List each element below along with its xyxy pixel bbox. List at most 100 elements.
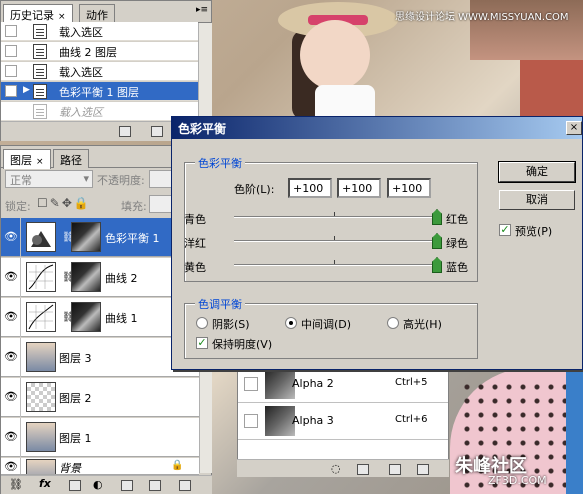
trash-icon[interactable] bbox=[417, 464, 429, 475]
history-state-icon bbox=[33, 104, 47, 119]
cancel-button[interactable]: 取消 bbox=[499, 190, 575, 210]
layer-row[interactable]: 👁 图层 2 bbox=[1, 378, 199, 417]
layer-row[interactable]: 👁 图层 1 bbox=[1, 418, 199, 457]
history-item[interactable]: 载入选区 bbox=[1, 22, 198, 41]
layer-name: 曲线 2 bbox=[105, 272, 138, 285]
channel-thumbnail bbox=[265, 406, 295, 436]
highlights-radio[interactable] bbox=[387, 317, 399, 329]
channel-row[interactable]: Alpha 3 Ctrl+6 bbox=[238, 403, 448, 440]
layer-row[interactable]: 👁 ⛓ 曲线 2 bbox=[1, 258, 199, 297]
photo-face bbox=[300, 20, 370, 90]
layer-row-selected[interactable]: 👁 ⛓ 色彩平衡 1 bbox=[1, 218, 199, 257]
adjustment-thumbnail bbox=[26, 222, 56, 252]
level-field-cyan-red[interactable]: +100 bbox=[288, 178, 332, 198]
eye-icon: 👁 bbox=[4, 460, 18, 473]
history-source-checkbox[interactable] bbox=[5, 85, 17, 97]
layer-mask-thumbnail[interactable] bbox=[71, 262, 101, 292]
visibility-toggle[interactable]: 👁 bbox=[1, 298, 21, 337]
channel-row[interactable]: Alpha 2 Ctrl+5 bbox=[238, 366, 448, 403]
close-icon[interactable]: × bbox=[566, 121, 582, 135]
dialog-title[interactable]: 色彩平衡 bbox=[172, 117, 582, 139]
layer-row[interactable]: 👁 图层 3 bbox=[1, 338, 199, 377]
eye-icon: 👁 bbox=[4, 230, 18, 243]
tab-paths[interactable]: 路径 bbox=[53, 149, 89, 168]
history-item-label: 色彩平衡 1 图层 bbox=[59, 86, 139, 99]
panel-menu-icon[interactable]: ▸≡ bbox=[196, 5, 208, 15]
history-tabbar: 历史记录 × 动作 ▸≡ bbox=[1, 1, 211, 24]
layer-name: 色彩平衡 1 bbox=[105, 232, 160, 245]
tab-history[interactable]: 历史记录 × bbox=[3, 4, 73, 24]
camera-icon[interactable] bbox=[151, 126, 163, 137]
history-source-checkbox[interactable] bbox=[5, 65, 17, 77]
layer-row[interactable]: 👁 ⛓ 曲线 1 bbox=[1, 298, 199, 337]
save-selection-icon[interactable] bbox=[357, 464, 369, 475]
midtones-radio[interactable] bbox=[285, 317, 297, 329]
photo-blue-strip bbox=[566, 368, 583, 494]
slider-track[interactable] bbox=[234, 216, 440, 218]
level-field-magenta-green[interactable]: +100 bbox=[337, 178, 381, 198]
layer-row[interactable]: 👁 背景 🔒 bbox=[1, 458, 199, 475]
preserve-luminosity-checkbox[interactable]: ✓ bbox=[196, 337, 208, 349]
new-group-icon[interactable] bbox=[121, 480, 133, 491]
watermark-url: ZF3D.COM bbox=[488, 474, 547, 487]
tab-layers[interactable]: 图层 × bbox=[3, 149, 51, 169]
visibility-toggle[interactable]: 👁 bbox=[1, 218, 21, 257]
layer-mask-thumbnail[interactable] bbox=[71, 302, 101, 332]
new-layer-icon[interactable] bbox=[149, 480, 161, 491]
lock-options-icon[interactable]: ☐✎✥🔒 bbox=[37, 196, 91, 210]
close-icon[interactable]: × bbox=[36, 157, 44, 167]
layer-thumbnail bbox=[26, 422, 56, 452]
cyan-red-slider[interactable]: 青色 红色 bbox=[184, 208, 474, 230]
visibility-toggle[interactable]: 👁 bbox=[1, 338, 21, 377]
preview-label: 预览(P) bbox=[515, 225, 553, 238]
link-layers-icon[interactable]: ⛓ bbox=[9, 478, 23, 491]
preserve-luminosity-label: 保持明度(V) bbox=[212, 338, 273, 351]
channel-name: Alpha 3 bbox=[292, 414, 334, 427]
new-document-icon[interactable] bbox=[119, 126, 131, 137]
level-field-yellow-blue[interactable]: +100 bbox=[387, 178, 431, 198]
levels-label: 色阶(L): bbox=[234, 183, 275, 196]
layer-name: 图层 3 bbox=[59, 352, 92, 365]
new-channel-icon[interactable] bbox=[389, 464, 401, 475]
preview-checkbox[interactable]: ✓ bbox=[499, 224, 511, 236]
fx-icon[interactable]: fx bbox=[39, 477, 51, 490]
ok-button[interactable]: 确定 bbox=[498, 161, 576, 183]
lock-label: 锁定: bbox=[5, 200, 31, 213]
layer-thumbnail bbox=[26, 342, 56, 372]
history-source-checkbox[interactable] bbox=[5, 25, 17, 37]
visibility-toggle[interactable] bbox=[244, 414, 258, 428]
slider-right-label: 红色 bbox=[446, 213, 468, 226]
visibility-toggle[interactable]: 👁 bbox=[1, 258, 21, 297]
magenta-green-slider[interactable]: 洋红 绿色 bbox=[184, 232, 474, 254]
visibility-toggle[interactable]: 👁 bbox=[1, 418, 21, 457]
eye-icon: 👁 bbox=[4, 430, 18, 443]
shadows-label: 阴影(S) bbox=[212, 318, 250, 331]
visibility-toggle[interactable] bbox=[244, 377, 258, 391]
trash-icon[interactable] bbox=[179, 480, 191, 491]
visibility-toggle[interactable]: 👁 bbox=[1, 458, 21, 474]
add-mask-icon[interactable] bbox=[69, 480, 81, 491]
history-item-selected[interactable]: ▶ 色彩平衡 1 图层 bbox=[1, 82, 198, 101]
history-state-icon bbox=[33, 64, 47, 79]
slider-thumb[interactable] bbox=[432, 209, 442, 225]
history-item[interactable]: 载入选区 bbox=[1, 62, 198, 81]
slider-track[interactable] bbox=[234, 240, 440, 242]
history-item[interactable]: 曲线 2 图层 bbox=[1, 42, 198, 61]
close-icon[interactable]: × bbox=[58, 12, 66, 22]
history-scrollbar[interactable] bbox=[198, 23, 212, 121]
layer-mask-thumbnail[interactable] bbox=[71, 222, 101, 252]
tab-actions[interactable]: 动作 bbox=[79, 4, 115, 23]
load-selection-icon[interactable]: ◌ bbox=[331, 462, 341, 475]
visibility-toggle[interactable]: 👁 bbox=[1, 378, 21, 417]
slider-thumb[interactable] bbox=[432, 257, 442, 273]
yellow-blue-slider[interactable]: 黄色 蓝色 bbox=[184, 256, 474, 278]
blend-mode-select[interactable]: 正常 ▾ bbox=[5, 170, 93, 188]
slider-track[interactable] bbox=[234, 264, 440, 266]
channel-shortcut: Ctrl+6 bbox=[395, 414, 428, 425]
slider-thumb[interactable] bbox=[432, 233, 442, 249]
history-source-checkbox[interactable] bbox=[5, 45, 17, 57]
history-item[interactable]: 载入选区 bbox=[1, 102, 198, 121]
shadows-radio[interactable] bbox=[196, 317, 208, 329]
group-title: 色彩平衡 bbox=[195, 155, 245, 171]
adjustment-layer-icon[interactable]: ◐ bbox=[93, 478, 103, 491]
